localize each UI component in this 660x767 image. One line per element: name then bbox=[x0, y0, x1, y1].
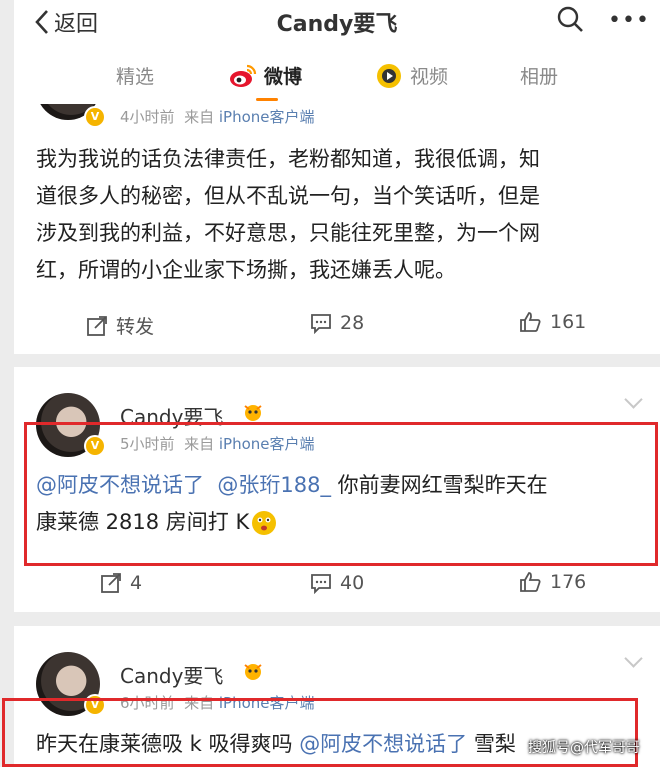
tab-weibo[interactable]: 微博 bbox=[228, 62, 302, 89]
tab-album[interactable]: 相册 bbox=[520, 62, 558, 89]
comment-icon bbox=[311, 574, 331, 594]
post-meta: 4小时前 来自 iPhone客户端 bbox=[120, 108, 315, 126]
username[interactable]: Candy要飞 bbox=[120, 660, 223, 689]
comment-icon bbox=[311, 314, 331, 334]
fan-badge-icon bbox=[244, 664, 262, 680]
thumbs-up-icon bbox=[520, 312, 541, 332]
comment-button[interactable]: 40 bbox=[310, 572, 364, 594]
repost-button[interactable]: 转发 bbox=[86, 312, 154, 339]
post-card: V 4小时前 来自 iPhone客户端 我为我说的话负法律责任，老粉都知道，我很… bbox=[14, 104, 660, 354]
repost-icon bbox=[87, 315, 107, 336]
nav-bar: 返回 Candy要飞 ••• bbox=[14, 0, 660, 44]
fan-badge-icon bbox=[244, 405, 262, 421]
tab-featured[interactable]: 精选 bbox=[116, 62, 154, 89]
chevron-down-icon[interactable] bbox=[624, 649, 643, 668]
repost-icon bbox=[101, 573, 121, 593]
repost-button[interactable]: 4 bbox=[100, 572, 142, 594]
thumbs-up-icon bbox=[520, 572, 541, 592]
tab-video[interactable]: 视频 bbox=[374, 62, 448, 89]
comment-button[interactable]: 28 bbox=[310, 312, 364, 334]
video-icon bbox=[377, 63, 401, 88]
weibo-logo-icon bbox=[230, 64, 257, 87]
watermark: 搜狐号@代军哥哥 bbox=[528, 740, 640, 756]
highlight-box bbox=[24, 422, 658, 566]
search-icon[interactable] bbox=[555, 4, 585, 34]
like-button[interactable]: 161 bbox=[518, 310, 586, 334]
more-icon[interactable]: ••• bbox=[608, 8, 650, 33]
tab-active-indicator bbox=[256, 98, 278, 101]
tab-bar bbox=[14, 44, 660, 104]
verified-badge-icon: V bbox=[84, 106, 106, 128]
post-text: 我为我说的话负法律责任，老粉都知道，我很低调，知 道很多人的秘密，但从不乱说一句… bbox=[36, 147, 540, 282]
like-button[interactable]: 176 bbox=[518, 570, 586, 594]
chevron-down-icon[interactable] bbox=[624, 390, 643, 409]
